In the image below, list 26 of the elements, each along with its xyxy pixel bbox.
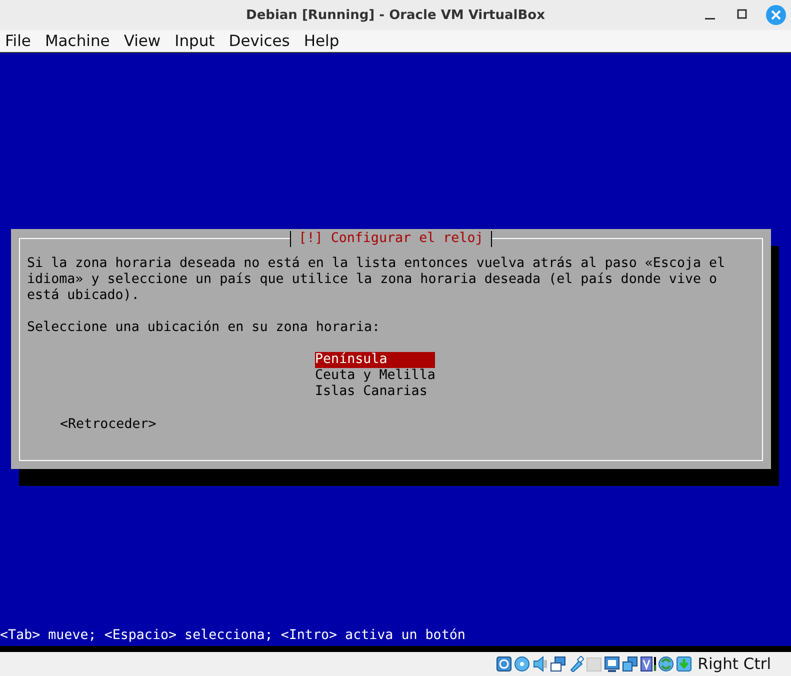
mouse-integration-icon[interactable] — [658, 656, 674, 672]
dialog-prompt: Seleccione una ubicación en su zona horaria: — [27, 320, 382, 336]
timezone-option[interactable]: Islas Canarias — [315, 384, 436, 400]
display-icon[interactable] — [604, 656, 620, 672]
window-title: Debian [Running] - Oracle VM VirtualBox — [246, 8, 545, 22]
download-icon[interactable] — [676, 656, 692, 672]
help-line: <Tab> mueve; <Espacio> selecciona; <Intro> activa un botón — [0, 628, 466, 645]
speaker-icon[interactable] — [532, 656, 548, 672]
network-icon[interactable] — [550, 656, 566, 672]
menu-item[interactable]: File — [5, 32, 38, 50]
usb-icon[interactable] — [568, 656, 584, 672]
dialog-message: Si la zona horaria deseada no está en la lista entonces vuelva atrás al paso «Escoja el idioma» y seleccione un país que utilice la zona horaria deseada (el país donde vive o está ubicado). — [27, 256, 726, 304]
menu-item[interactable]: Machine — [38, 32, 117, 50]
timezone-option[interactable]: Península — [315, 352, 436, 368]
host-key-label: Right Ctrl — [698, 655, 771, 673]
cpu-icon[interactable] — [640, 656, 656, 672]
disc-icon[interactable] — [514, 656, 530, 672]
menu-item[interactable]: Help — [296, 32, 346, 50]
back-button[interactable]: <Retroceder> — [60, 417, 156, 433]
menu-item[interactable]: View — [116, 32, 168, 50]
windows-icon[interactable] — [622, 656, 638, 672]
timezone-option[interactable]: Ceuta y Melilla — [315, 368, 436, 384]
menu-item[interactable]: Devices — [222, 32, 297, 50]
menu-item[interactable]: Input — [168, 32, 222, 50]
close-icon[interactable] — [765, 4, 787, 26]
dialog-title: [!] Configurar el reloj — [290, 230, 492, 246]
